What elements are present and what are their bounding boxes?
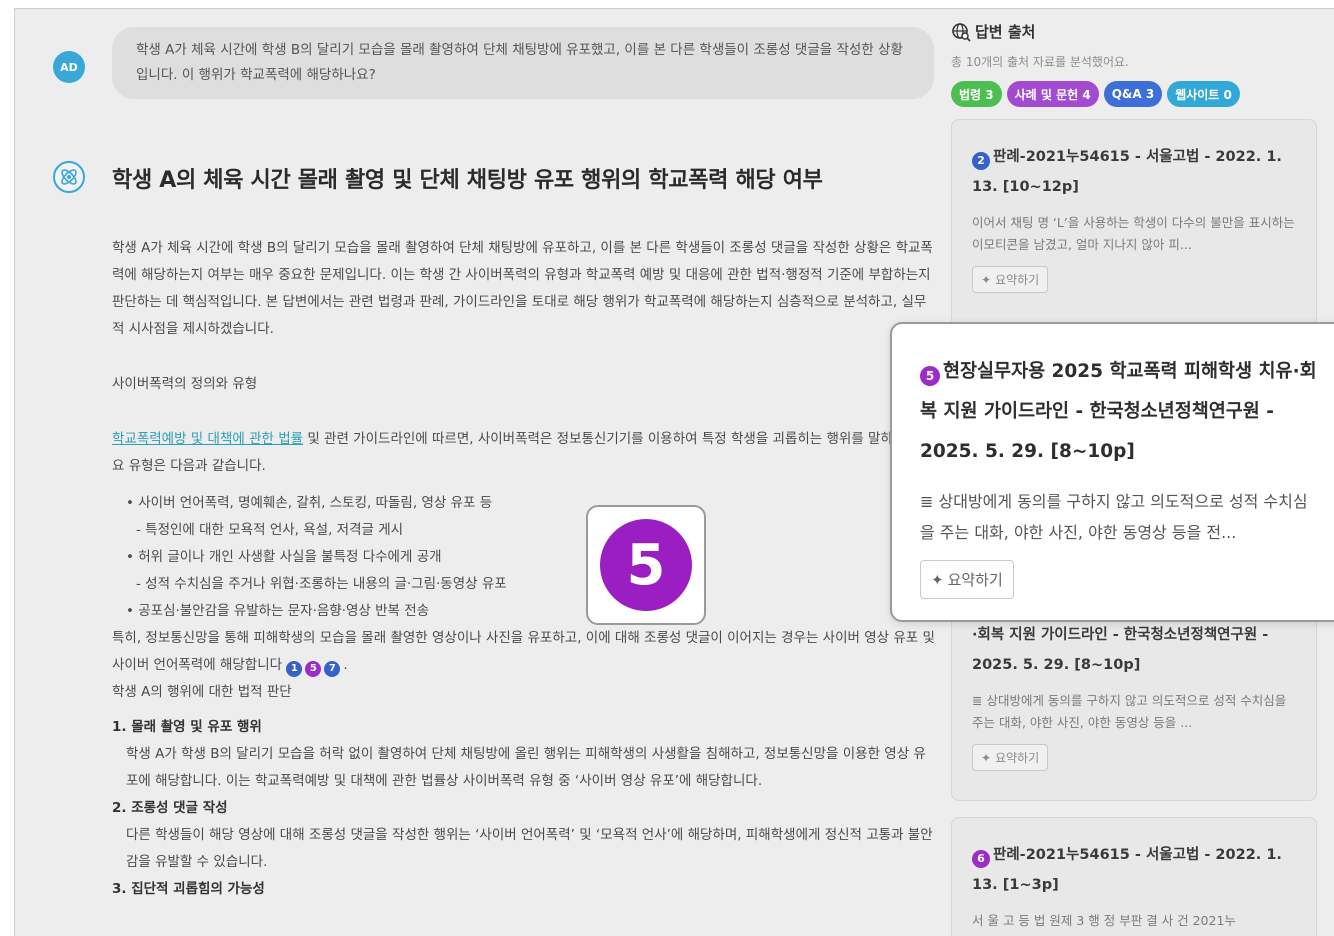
numbered-item-title: 2. 조롱성 댓글 작성 — [112, 800, 228, 816]
bullet-sub-item: - 성적 수치심을 주거나 위협·조롱하는 내용의 글·그림·동영상 유포 — [136, 576, 507, 592]
source-card[interactable]: 6 판례-2021누54615 - 서울고법 - 2022. 1. 13. [1~… — [951, 817, 1317, 936]
popup-snippet: ≣ 상대방에게 동의를 구하지 않고 의도적으로 성적 수치심을 주는 대화, … — [920, 492, 1308, 542]
citation-badge: 5 — [920, 366, 940, 386]
zoomed-citation-badge: 5 — [586, 505, 706, 625]
citation-badge[interactable]: 7 — [324, 660, 341, 677]
user-question-bubble: 학생 A가 체육 시간에 학생 B의 달리기 모습을 몰래 촬영하여 단체 채팅… — [112, 27, 934, 99]
atom-icon — [53, 161, 85, 193]
source-card-title: ·회복 지원 가이드라인 - 한국청소년정책연구원 - 2025. 5. 29.… — [972, 627, 1269, 673]
numbered-item-body: 다른 학생들이 해당 영상에 대해 조롱성 댓글을 작성한 행위는 ‘사이버 언… — [126, 827, 933, 870]
definition-paragraph: 학교폭력예방 및 대책에 관한 법률 및 관련 가이드라인에 따르면, 사이버폭… — [112, 431, 927, 474]
summarize-button[interactable]: ✦ 요약하기 — [920, 560, 1014, 599]
source-card-snippet: 이어서 채팅 명 ‘L’을 사용하는 학생이 다수의 불만을 표시하는 이모티콘… — [972, 215, 1295, 252]
sources-summary: 총 10개의 출처 자료를 분석했어요. — [951, 55, 1129, 69]
numbered-item-title: 1. 몰래 촬영 및 유포 행위 — [112, 719, 262, 735]
bullet-item: • 사이버 언어폭력, 명예훼손, 갈취, 스토킹, 따돌림, 영상 유포 등 — [126, 495, 493, 511]
source-card-title: 6 판례-2021누54615 - 서울고법 - 2022. 1. 13. [1~… — [972, 847, 1282, 893]
special-paragraph: 특히, 정보통신망을 통해 피해학생의 모습을 몰래 촬영한 영상이나 사진을 … — [112, 625, 938, 679]
numbered-item-title: 3. 집단적 괴롭힘의 가능성 — [112, 881, 265, 897]
sources-header: 답변 출처 — [951, 21, 1035, 42]
numbered-item-body: 학생 A가 학생 B의 달리기 모습을 허락 없이 촬영하여 단체 채팅방에 올… — [126, 746, 926, 789]
document-icon: ≣ — [972, 693, 987, 708]
tag-law[interactable]: 법령 3 — [951, 81, 1002, 107]
sparkle-icon: ✦ — [981, 272, 992, 287]
source-card-title: 2 판례-2021누54615 - 서울고법 - 2022. 1. 13. [10… — [972, 149, 1282, 195]
source-card-snippet: ≣ 상대방에게 동의를 구하지 않고 의도적으로 성적 수치심을 주는 대화, … — [972, 693, 1287, 730]
section-heading-definition: 사이버폭력의 정의와 유형 — [112, 376, 258, 392]
source-filter-tags: 법령 3 사례 및 문헌 4 Q&A 3 웹사이트 0 — [951, 81, 1240, 107]
law-link[interactable]: 학교폭력예방 및 대책에 관한 법률 — [112, 431, 303, 447]
sources-heading: 답변 출처 — [975, 23, 1036, 41]
source-card[interactable]: 2 판례-2021누54615 - 서울고법 - 2022. 1. 13. [10… — [951, 119, 1317, 327]
tag-cases[interactable]: 사례 및 문헌 4 — [1006, 81, 1099, 107]
tag-qna[interactable]: Q&A 3 — [1103, 81, 1163, 107]
sparkle-icon: ✦ — [931, 570, 944, 589]
bullet-sub-item: - 특정인에 대한 모욕적 언사, 욕설, 저격글 게시 — [136, 522, 404, 538]
citation-number: 5 — [600, 519, 692, 611]
source-popup: 5 현장실무자용 2025 학교폭력 피해학생 치유·회복 지원 가이드라인 - … — [890, 322, 1334, 622]
tag-website[interactable]: 웹사이트 0 — [1167, 81, 1240, 107]
globe-search-icon — [952, 22, 971, 42]
answer-intro: 학생 A가 체육 시간에 학생 B의 달리기 모습을 몰래 촬영하여 단체 채팅… — [112, 240, 933, 337]
citation-badge: 6 — [972, 850, 990, 868]
bullet-item: • 허위 글이나 개인 사생활 사실을 불특정 다수에게 공개 — [126, 549, 442, 565]
popup-title: 5 현장실무자용 2025 학교폭력 피해학생 치유·회복 지원 가이드라인 - … — [920, 361, 1317, 462]
summarize-button[interactable]: ✦ 요약하기 — [972, 744, 1049, 771]
answer-content: 학생 A가 체육 시간에 학생 B의 달리기 모습을 몰래 촬영하여 단체 채팅… — [112, 235, 938, 903]
bullet-item: • 공포심·불안감을 유발하는 문자·음향·영상 반복 전송 — [126, 603, 430, 619]
summarize-button[interactable]: ✦ 요약하기 — [972, 266, 1049, 293]
sparkle-icon: ✦ — [981, 750, 992, 765]
source-card-snippet: 서 울 고 등 법 원제 3 행 정 부판 결 사 건 2021누 — [972, 913, 1236, 928]
answer-title: 학생 A의 체육 시간 몰래 촬영 및 단체 채팅방 유포 행위의 학교폭력 해… — [112, 168, 823, 193]
citation-badge: 2 — [972, 152, 990, 170]
citation-badge[interactable]: 5 — [305, 660, 322, 677]
citation-badge[interactable]: 1 — [286, 660, 303, 677]
user-avatar: AD — [53, 51, 85, 83]
document-icon: ≣ — [920, 492, 939, 511]
section-heading-judgement: 학생 A의 행위에 대한 법적 판단 — [112, 684, 292, 700]
